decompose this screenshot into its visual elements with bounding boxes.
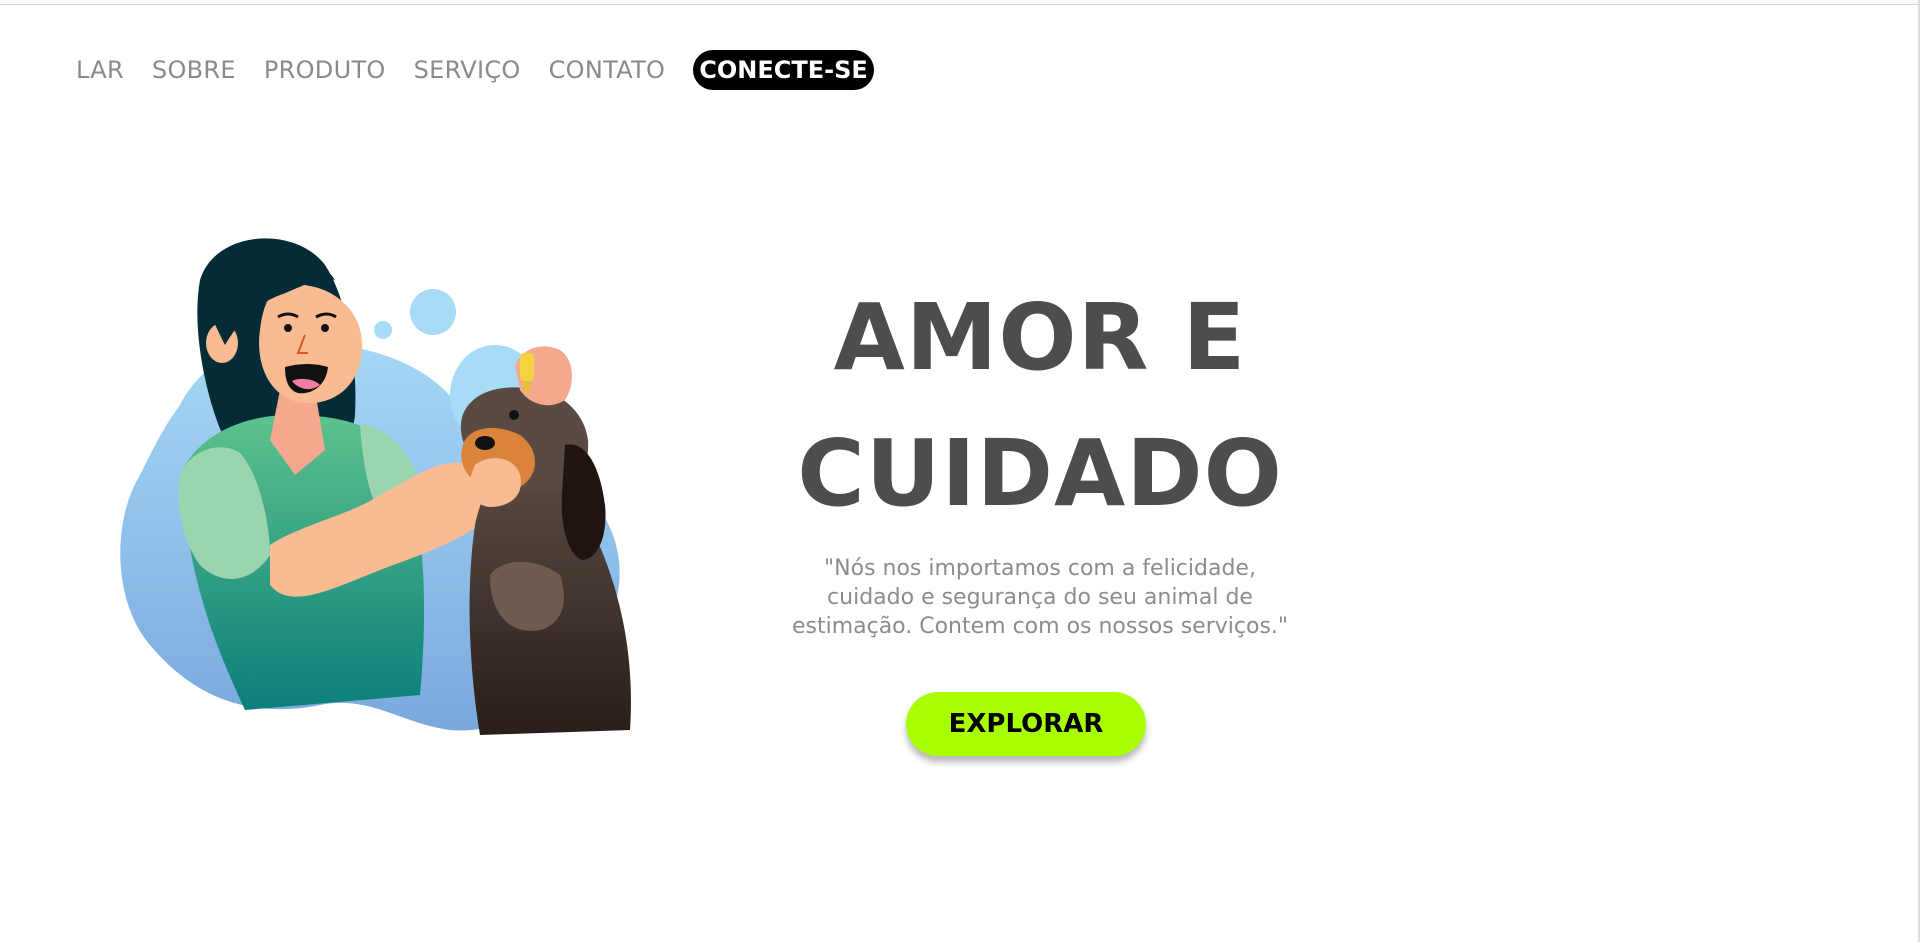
woman-caring-dog-illustration [120, 225, 700, 745]
explore-button[interactable]: EXPLORAR [906, 692, 1146, 756]
nav-item-contato[interactable]: CONTATO [549, 56, 666, 84]
main-nav: LAR SOBRE PRODUTO SERVIÇO CONTATO CONECT… [76, 50, 874, 90]
nav-item-lar[interactable]: LAR [76, 56, 124, 84]
hero-title: AMOR E CUIDADO [797, 284, 1283, 527]
nav-item-produto[interactable]: PRODUTO [264, 56, 386, 84]
hero-description: "Nós nos importamos com a felicidade, cu… [791, 556, 1289, 639]
connect-button[interactable]: CONECTE-SE [693, 50, 874, 90]
nav-item-sobre[interactable]: SOBRE [152, 56, 236, 84]
top-border [0, 0, 1920, 5]
nav-item-servico[interactable]: SERVIÇO [414, 56, 521, 84]
